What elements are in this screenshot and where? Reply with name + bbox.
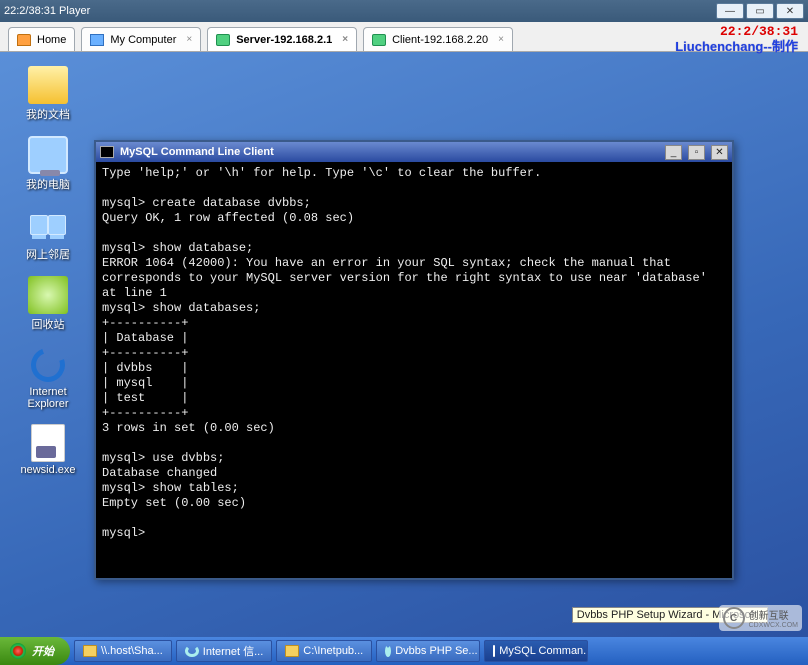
tab-close-icon[interactable]: × <box>498 34 504 45</box>
taskbar-item-folder-inetpub[interactable]: C:\Inetpub... <box>276 640 372 662</box>
console-icon <box>493 645 495 657</box>
server-icon <box>216 34 230 46</box>
taskbar-item-ie[interactable]: Internet 信... <box>176 640 273 662</box>
mysql-titlebar[interactable]: MySQL Command Line Client _ ▫ ✕ <box>96 142 732 162</box>
client-icon <box>372 34 386 46</box>
folder-icon <box>83 645 97 657</box>
desktop-icon-label: 我的电脑 <box>26 176 70 192</box>
start-label: 开始 <box>32 643 54 659</box>
mysql-close-button[interactable]: ✕ <box>711 145 728 160</box>
mysql-maximize-button[interactable]: ▫ <box>688 145 705 160</box>
player-maximize-button[interactable]: ▭ <box>746 3 774 19</box>
tab-server[interactable]: Server-192.168.2.1 × <box>207 27 357 51</box>
ie-icon <box>185 645 199 657</box>
watermark-logo-icon: C <box>723 607 745 629</box>
tab-home[interactable]: Home <box>8 27 75 51</box>
recycle-bin-icon <box>28 276 68 314</box>
desktop-icon-newsid[interactable]: newsid.exe <box>12 424 84 476</box>
network-icon <box>28 206 68 244</box>
player-titlebar: 22:2/38:31 Player — ▭ ✕ <box>0 0 808 22</box>
tab-label: Home <box>37 34 66 46</box>
author-credit: Liuchenchang--制作 <box>675 36 798 55</box>
desktop-icon-label: 网上邻居 <box>26 246 70 262</box>
tab-label: Server-192.168.2.1 <box>236 34 332 46</box>
mysql-minimize-button[interactable]: _ <box>665 145 682 160</box>
desktop-icon-network[interactable]: 网上邻居 <box>12 206 84 262</box>
player-window-controls: — ▭ ✕ <box>716 3 804 19</box>
tab-close-icon[interactable]: × <box>186 34 192 45</box>
internet-explorer-icon <box>25 342 70 387</box>
desktop-icon-label: 我的文档 <box>26 106 70 122</box>
tab-mycomputer[interactable]: My Computer × <box>81 27 201 51</box>
mycomputer-icon <box>90 34 104 46</box>
desktop-icon-recyclebin[interactable]: 回收站 <box>12 276 84 332</box>
desktop-icon-column: 我的文档 我的电脑 网上邻居 回收站 Internet Explorer new… <box>12 66 84 476</box>
player-title: 22:2/38:31 Player <box>4 5 716 17</box>
taskbar-item-mysql-client[interactable]: MySQL Comman... <box>484 640 588 662</box>
exe-file-icon <box>31 424 65 462</box>
remote-desktop: 我的文档 我的电脑 网上邻居 回收站 Internet Explorer new… <box>0 52 808 665</box>
start-button[interactable]: 开始 <box>0 637 70 665</box>
desktop-icon-ie[interactable]: Internet Explorer <box>12 346 84 410</box>
mysql-window-title: MySQL Command Line Client <box>120 146 659 158</box>
taskbar-item-label: Dvbbs PHP Se... <box>395 645 477 657</box>
home-icon <box>17 34 31 46</box>
documents-icon <box>28 66 68 104</box>
tab-label: My Computer <box>110 34 176 46</box>
player-close-button[interactable]: ✕ <box>776 3 804 19</box>
windows-logo-icon <box>10 643 26 659</box>
mysql-client-window: MySQL Command Line Client _ ▫ ✕ Type 'he… <box>94 140 734 580</box>
player-minimize-button[interactable]: — <box>716 3 744 19</box>
ie-icon <box>385 645 391 657</box>
tab-close-icon[interactable]: × <box>342 34 348 45</box>
console-icon <box>100 146 114 158</box>
watermark-sub: CDXWCX.COM <box>749 622 798 629</box>
mysql-console-output[interactable]: Type 'help;' or '\h' for help. Type '\c'… <box>96 162 732 578</box>
taskbar-item-label: MySQL Comman... <box>499 645 588 657</box>
folder-icon <box>285 645 299 657</box>
taskbar-item-dvbbs-wizard[interactable]: Dvbbs PHP Se... <box>376 640 480 662</box>
tab-label: Client-192.168.2.20 <box>392 34 488 46</box>
taskbar-item-folder-host[interactable]: \\.host\Sha... <box>74 640 172 662</box>
tab-client[interactable]: Client-192.168.2.20 × <box>363 27 513 51</box>
desktop-icon-mycomputer[interactable]: 我的电脑 <box>12 136 84 192</box>
taskbar-item-label: C:\Inetpub... <box>303 645 363 657</box>
desktop-icon-label: 回收站 <box>32 316 65 332</box>
taskbar-item-label: Internet 信... <box>203 643 264 659</box>
desktop-icon-label: Internet Explorer <box>12 386 84 410</box>
computer-icon <box>28 136 68 174</box>
taskbar: 开始 \\.host\Sha... Internet 信... C:\Inetp… <box>0 637 808 665</box>
watermark: C 创新互联 CDXWCX.COM <box>719 605 802 631</box>
taskbar-item-label: \\.host\Sha... <box>101 645 163 657</box>
watermark-brand: 创新互联 <box>749 607 798 622</box>
desktop-icon-label: newsid.exe <box>20 464 75 476</box>
desktop-icon-documents[interactable]: 我的文档 <box>12 66 84 122</box>
